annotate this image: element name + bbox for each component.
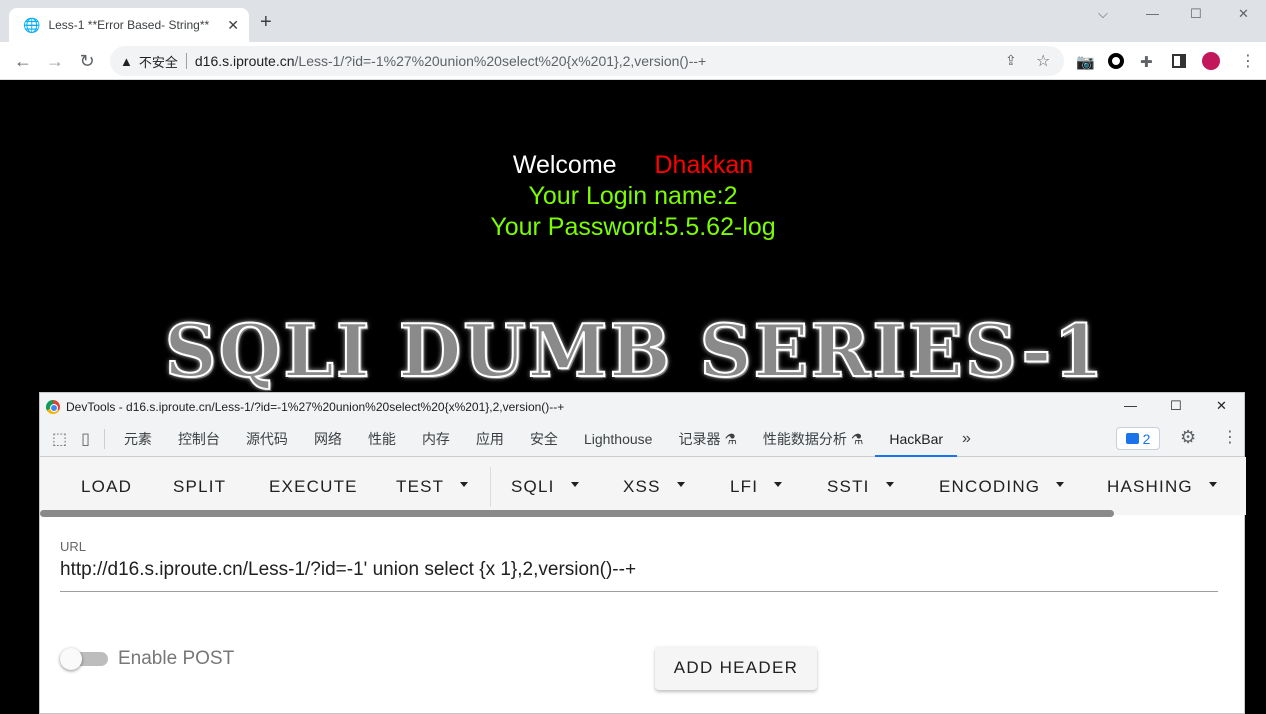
execute-button[interactable]: EXECUTE [269,477,358,497]
sidepanel-icon[interactable] [1172,54,1186,68]
chevron-down-icon [1208,482,1217,488]
ssti-label: SSTI [827,477,870,496]
devtools-minimize-button[interactable]: — [1124,398,1137,413]
globe-icon: 🌐 [23,16,41,33]
chevron-down-icon [676,482,685,488]
test-label: TEST [396,477,445,496]
devtools-window: DevTools - d16.s.iproute.cn/Less-1/?id=-… [39,392,1246,714]
enable-post-label: Enable POST [118,648,235,669]
issues-icon [1125,433,1139,444]
tab-performance[interactable]: 性能 [368,429,396,449]
tab-sources[interactable]: 源代码 [246,429,288,449]
welcome-label: Welcome [512,151,617,179]
new-tab-button[interactable]: + [260,12,272,32]
tab-search-icon[interactable]: ⌵ [1098,6,1108,22]
hashing-label: HASHING [1107,477,1193,496]
minimize-button[interactable]: — [1146,6,1159,21]
encoding-label: ENCODING [939,477,1041,496]
devtools-menu-icon[interactable]: ⋮ [1222,427,1238,447]
tab-performance-insights[interactable]: 性能数据分析 ⚗ [763,429,863,449]
url-input[interactable]: http://d16.s.iproute.cn/Less-1/?id=-1' u… [60,559,1218,592]
chevron-down-icon [1056,482,1065,488]
extensions-icon[interactable]: ✚ [1140,53,1153,71]
chevron-down-icon [885,482,894,488]
devtools-tab-bar: ⬚ ▯ 元素 控制台 源代码 网络 性能 内存 应用 安全 Lighthouse… [40,421,1244,457]
chevron-down-icon [570,482,579,488]
welcome-block: Welcome Dhakkan Your Login name:2 Your P… [0,150,1266,243]
tab-close-icon[interactable]: ✕ [227,17,239,34]
tab-console[interactable]: 控制台 [178,429,220,449]
lfi-menu[interactable]: LFI [730,477,783,497]
password-line: Your Password:5.5.62-log [490,213,776,241]
maximize-button[interactable]: ☐ [1190,6,1202,22]
browser-toolbar: ← → ↻ ▲ 不安全 d16.s.iproute.cn /Less-1/?id… [0,42,1266,80]
toolbar-divider [490,467,491,507]
split-button[interactable]: SPLIT [173,477,226,497]
banner-title: SQLI DUMB SERIES-1 [164,307,1106,394]
url-field[interactable]: URL http://d16.s.iproute.cn/Less-1/?id=-… [60,539,1218,592]
tab-lighthouse[interactable]: Lighthouse [584,431,653,447]
tab-hackbar[interactable]: HackBar [875,431,957,457]
settings-icon[interactable]: ⚙ [1180,427,1196,448]
test-menu[interactable]: TEST [396,477,469,497]
star-icon[interactable]: ☆ [1036,51,1050,71]
avatar-icon[interactable] [1202,52,1220,70]
inspect-icon[interactable]: ⬚ [52,429,67,449]
devtools-maximize-button[interactable]: ☐ [1170,398,1182,414]
load-button[interactable]: LOAD [81,477,132,497]
issues-badge[interactable]: 2 [1116,427,1160,450]
back-icon[interactable]: ← [12,50,34,72]
issues-count: 2 [1142,430,1151,447]
warning-icon[interactable]: ▲ [120,54,133,69]
lfi-label: LFI [730,477,759,496]
security-label[interactable]: 不安全 [139,52,178,71]
reload-icon[interactable]: ↻ [76,50,98,72]
toolbar-scrollbar[interactable] [40,510,1114,517]
ssti-menu[interactable]: SSTI [827,477,894,497]
encoding-menu[interactable]: ENCODING [939,477,1065,497]
tab-title: Less-1 **Error Based- String** [48,18,210,32]
devtools-titlebar: DevTools - d16.s.iproute.cn/Less-1/?id=-… [40,393,1244,421]
url-path: /Less-1/?id=-1%27%20union%20select%20{x%… [294,53,707,69]
xss-label: XSS [623,477,661,496]
camera-icon[interactable]: 📷 [1076,53,1095,71]
sqli-label: SQLI [511,477,555,496]
share-icon[interactable]: ⇪ [1005,52,1017,69]
close-window-button[interactable]: ✕ [1238,6,1249,22]
tab-application[interactable]: 应用 [476,429,504,449]
login-name-line: Your Login name:2 [528,182,738,210]
enable-post-toggle[interactable] [60,648,108,670]
hackbar-toolbar: LOAD SPLIT EXECUTE TEST SQLI XSS LFI SST… [40,457,1246,515]
tab-recorder[interactable]: 记录器 ⚗ [678,429,736,449]
add-header-button[interactable]: ADD HEADER [655,646,817,690]
browser-window: 🌐 Less-1 **Error Based- String** ✕ + ⌵ —… [0,0,1266,714]
welcome-name: Dhakkan [654,151,754,179]
tab-elements[interactable]: 元素 [124,429,152,449]
more-tabs-icon[interactable]: » [962,430,971,448]
devtools-close-button[interactable]: ✕ [1216,398,1227,414]
forward-icon[interactable]: → [44,50,66,72]
tab-strip: 🌐 Less-1 **Error Based- String** ✕ + ⌵ —… [0,0,1266,42]
record-icon[interactable] [1108,53,1124,69]
tab-security[interactable]: 安全 [530,429,558,449]
browser-tab[interactable]: 🌐 Less-1 **Error Based- String** ✕ [9,8,249,42]
toggle-knob [60,648,82,670]
tab-memory[interactable]: 内存 [422,429,450,449]
chevron-down-icon [774,482,783,488]
device-toolbar-icon[interactable]: ▯ [81,429,90,449]
chevron-down-icon [460,482,469,488]
hashing-menu[interactable]: HASHING [1107,477,1217,497]
menu-icon[interactable]: ⋮ [1240,51,1256,71]
sqli-menu[interactable]: SQLI [511,477,579,497]
url-host: d16.s.iproute.cn [194,53,295,69]
tab-network[interactable]: 网络 [314,429,342,449]
chrome-logo-icon [46,400,60,414]
devtools-title: DevTools - d16.s.iproute.cn/Less-1/?id=-… [66,400,565,414]
xss-menu[interactable]: XSS [623,477,685,497]
address-bar[interactable]: ▲ 不安全 d16.s.iproute.cn /Less-1/?id=-1%27… [110,46,1064,76]
address-divider [185,53,187,69]
url-label: URL [60,539,87,554]
